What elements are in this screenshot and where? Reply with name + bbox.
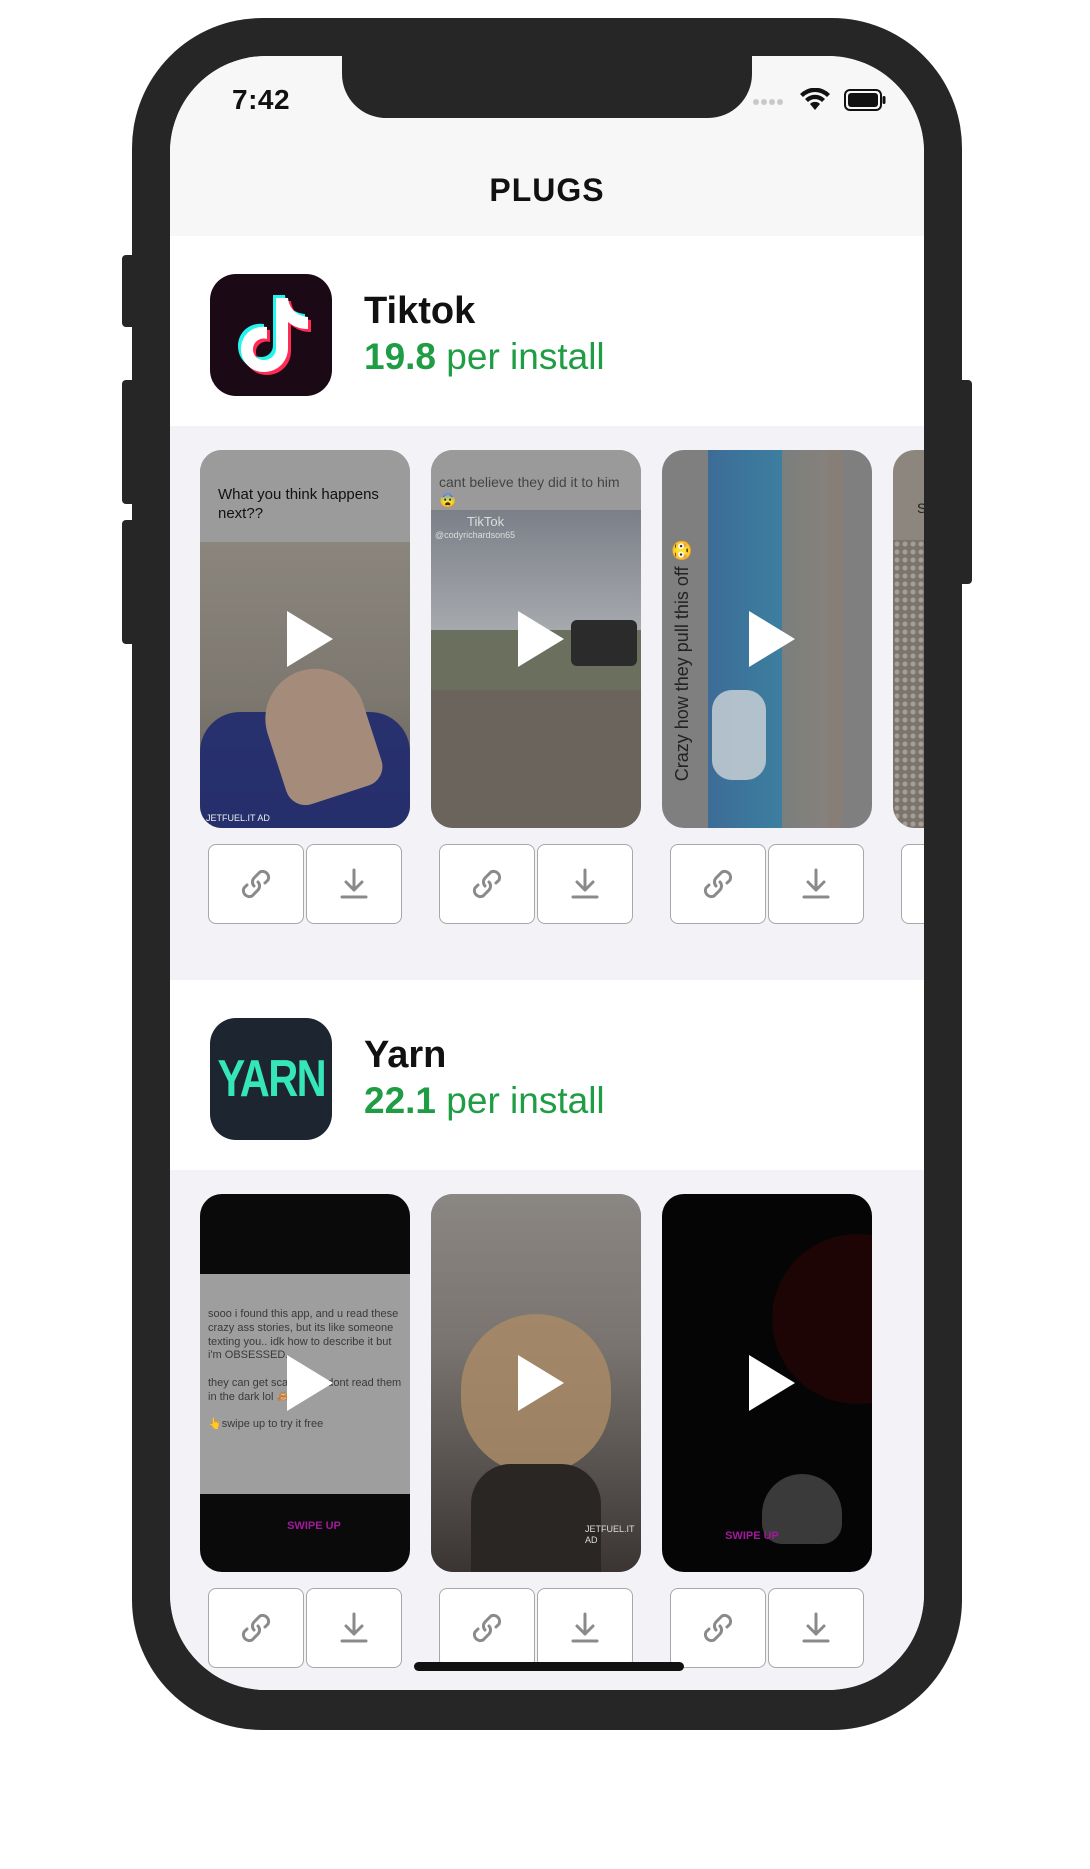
- video-watermark: JETFUEL.IT AD: [206, 813, 270, 823]
- video-actions: [439, 1588, 633, 1668]
- download-button[interactable]: [306, 1588, 402, 1668]
- video-caption: cant believe they did it to him 😨: [439, 474, 620, 508]
- wifi-icon: [800, 87, 830, 117]
- yarn-logo-icon: YARN: [210, 1018, 332, 1140]
- video-caption: Crazy how they pull this off 😳: [671, 539, 692, 782]
- copy-link-button[interactable]: [208, 1588, 304, 1668]
- rate-value: 19.8: [364, 336, 437, 377]
- download-button[interactable]: [537, 844, 633, 924]
- app-name: Yarn: [364, 1034, 447, 1076]
- download-icon: [340, 868, 368, 899]
- page-title: PLUGS: [489, 172, 605, 208]
- video-actions: [208, 1588, 402, 1668]
- download-button[interactable]: [537, 1588, 633, 1668]
- app-rate: 22.1 per install: [364, 1080, 605, 1122]
- video-card[interactable]: What you think happens next?? JETFUEL.IT…: [200, 450, 410, 828]
- video-handle: @codyrichardson65: [435, 530, 516, 540]
- home-indicator[interactable]: [414, 1662, 684, 1671]
- video-actions: [439, 844, 633, 924]
- video-card[interactable]: SWIPE UP: [662, 1194, 872, 1572]
- screen: PLUGS 7:42 Tiktok 19.8 per install What …: [170, 56, 924, 1690]
- video-actions: [901, 844, 924, 924]
- video-card[interactable]: S: [893, 450, 924, 828]
- link-icon: [703, 869, 733, 899]
- download-button[interactable]: [768, 1588, 864, 1668]
- rate-suffix: per install: [436, 1080, 605, 1121]
- rate-suffix: per install: [436, 336, 605, 377]
- video-overlay-text: TikTok: [467, 514, 505, 529]
- link-icon: [472, 869, 502, 899]
- copy-link-button[interactable]: [208, 844, 304, 924]
- video-carousel-yarn[interactable]: sooo i found this app, and u read these …: [170, 1170, 924, 1690]
- battery-icon: [844, 89, 886, 116]
- video-card[interactable]: Crazy how they pull this off 😳: [662, 450, 872, 828]
- link-icon: [472, 1613, 502, 1643]
- download-icon: [802, 868, 830, 899]
- swipe-up-badge: SWIPE UP: [287, 1520, 341, 1532]
- rate-value: 22.1: [364, 1080, 437, 1121]
- play-icon[interactable]: [749, 1355, 795, 1411]
- app-rate: 19.8 per install: [364, 336, 605, 378]
- volume-up-button: [122, 380, 136, 504]
- video-caption: What you think happens next??: [218, 486, 379, 522]
- copy-link-button[interactable]: [439, 1588, 535, 1668]
- notch: [342, 56, 752, 118]
- download-icon: [802, 1612, 830, 1643]
- download-button[interactable]: [768, 844, 864, 924]
- play-icon[interactable]: [749, 611, 795, 667]
- mute-switch: [122, 255, 136, 327]
- yarn-logo-text: YARN: [217, 1050, 326, 1108]
- video-carousel-tiktok[interactable]: What you think happens next?? JETFUEL.IT…: [170, 426, 924, 956]
- link-icon: [241, 869, 271, 899]
- video-actions: [670, 844, 864, 924]
- download-icon: [340, 1612, 368, 1643]
- app-header-tiktok[interactable]: Tiktok 19.8 per install: [170, 236, 924, 426]
- play-icon[interactable]: [287, 611, 333, 667]
- play-icon[interactable]: [287, 1355, 333, 1411]
- download-icon: [571, 868, 599, 899]
- video-card[interactable]: cant believe they did it to him 😨 TikTok…: [431, 450, 641, 828]
- download-icon: [571, 1612, 599, 1643]
- power-button: [958, 380, 972, 584]
- tiktok-logo-icon: [210, 274, 332, 396]
- video-watermark: JETFUEL.IT AD: [585, 1524, 635, 1546]
- status-icons: [752, 87, 886, 117]
- video-card[interactable]: sooo i found this app, and u read these …: [200, 1194, 410, 1572]
- copy-link-button[interactable]: [670, 1588, 766, 1668]
- link-icon: [703, 1613, 733, 1643]
- app-header-yarn[interactable]: YARN Yarn 22.1 per install: [170, 956, 924, 1170]
- status-time: 7:42: [232, 84, 291, 115]
- play-icon[interactable]: [518, 1355, 564, 1411]
- copy-link-button[interactable]: [439, 844, 535, 924]
- video-actions: [208, 844, 402, 924]
- link-icon: [241, 1613, 271, 1643]
- copy-link-button[interactable]: [670, 844, 766, 924]
- video-actions: [670, 1588, 864, 1668]
- download-button[interactable]: [306, 844, 402, 924]
- app-name: Tiktok: [364, 290, 476, 332]
- signal-icon: [752, 94, 786, 112]
- volume-down-button: [122, 520, 136, 644]
- play-icon[interactable]: [518, 611, 564, 667]
- swipe-up-badge: SWIPE UP: [725, 1530, 779, 1542]
- video-card[interactable]: JETFUEL.IT AD: [431, 1194, 641, 1572]
- video-caption: S: [917, 500, 924, 516]
- copy-link-button[interactable]: [901, 844, 924, 924]
